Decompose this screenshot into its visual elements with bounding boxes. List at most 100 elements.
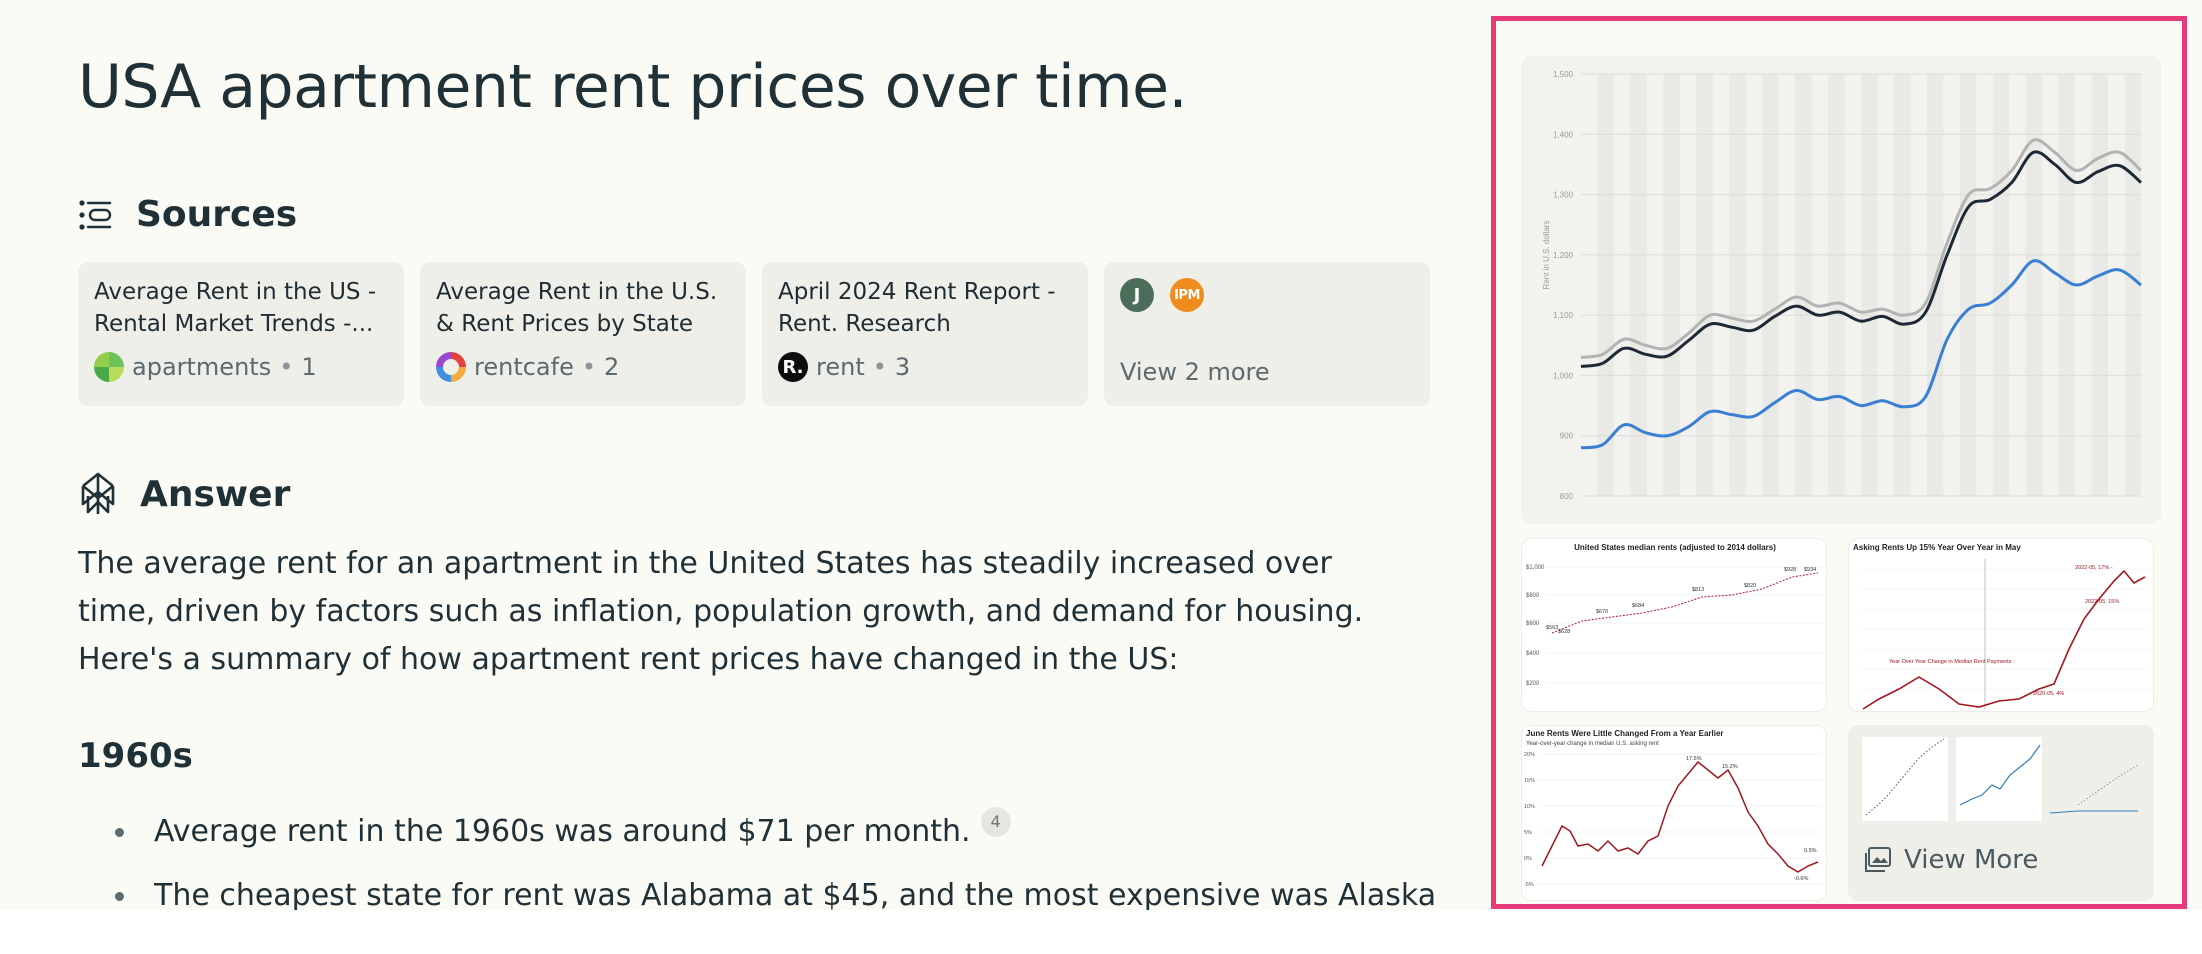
source-site: rent (816, 353, 865, 381)
image-gallery-icon (1865, 847, 1891, 872)
y-tick: 0% (1524, 856, 1532, 862)
y-tick-label: 1,100 (1553, 311, 1574, 320)
source-index: 3 (894, 353, 911, 381)
bullet-list: Average rent in the 1960s was around $71… (78, 800, 1458, 910)
sources-list-icon (79, 199, 112, 230)
y-tick: 10% (1524, 804, 1535, 810)
source-title: April 2024 Rent Report - Rent. Research (778, 279, 1056, 337)
y-tick: $600 (1526, 621, 1540, 627)
thumbnail-asking-rents[interactable]: Asking Rents Up 15% Year Over Year in Ma… (1848, 538, 2154, 712)
y-axis-label: Rent in U.S. dollars (1542, 221, 1551, 290)
median-rents-chart: United States median rents (adjusted to … (1526, 543, 1822, 687)
grid-band (2025, 74, 2043, 496)
meta-separator: • (872, 353, 887, 381)
rent-line-chart: 800 900 1,000 1,100 1,200 1,300 1,400 1,500 Rent… (1542, 70, 2143, 501)
annotation: 17.5% (1686, 756, 1702, 762)
data-label: $813 (1692, 587, 1704, 593)
source-site: rentcafe (474, 353, 574, 381)
view-more-images: View More (1864, 845, 2038, 875)
page-title: USA apartment rent prices over time. (78, 52, 1188, 122)
data-label: $563 (1546, 625, 1558, 631)
source-meta: R. rent • 3 (778, 352, 910, 382)
y-tick: 5% (1524, 830, 1532, 836)
grid-band (1828, 74, 1845, 496)
more-images-preview (1862, 737, 2139, 821)
data-label: $670 (1596, 609, 1608, 615)
source-avatar-icon: J (1120, 278, 1154, 312)
sources-heading: Sources (78, 194, 297, 235)
y-tick-label: 800 (1560, 492, 1574, 501)
answer-logo-icon (81, 472, 115, 514)
citation-badge[interactable]: 4 (980, 807, 1011, 837)
grid-band (1696, 74, 1713, 496)
y-tick: $800 (1526, 593, 1540, 599)
annotation: Year Over Year Change in Median Rent Pay… (1889, 659, 2012, 665)
source-index: 1 (301, 353, 317, 381)
apartments-favicon-icon (94, 352, 124, 382)
page: USA apartment rent prices over time. Sou… (0, 0, 2202, 910)
chart-subtitle: Year-over-year change in median U.S. ask… (1526, 741, 1659, 747)
thumbnail-june-rents[interactable]: June Rents Were Little Changed From a Ye… (1521, 725, 1827, 901)
source-avatar-icon: IPM (1170, 278, 1204, 312)
view-more-images-button[interactable]: View More (1848, 725, 2154, 901)
grid-band (1992, 74, 2010, 496)
answer-heading-label: Answer (140, 473, 291, 515)
media-panel: 800 900 1,000 1,100 1,200 1,300 1,400 1,500 Rent… (1491, 16, 2187, 909)
sources-heading-label: Sources (136, 194, 298, 235)
y-tick-label: 1,500 (1553, 70, 1574, 79)
data-label: $928 (1784, 567, 1796, 573)
grid-band (1597, 74, 1614, 496)
list-item: Average rent in the 1960s was around $71… (78, 800, 1458, 864)
source-index: 2 (604, 353, 620, 381)
view-more-sources-label: View 2 more (1120, 358, 1270, 386)
annotation: 2022-05, 15% (2085, 599, 2119, 605)
answer-heading: Answer (78, 472, 290, 516)
annotation: 2022-05, 17% - (2075, 565, 2113, 571)
sources-list: Average Rent in the US - Rental Market T… (78, 262, 1430, 406)
y-tick-label: 1,200 (1553, 251, 1574, 260)
bullet-text: The cheapest state for rent was Alabama … (154, 878, 1437, 910)
chart-title: June Rents Were Little Changed From a Ye… (1526, 729, 1724, 738)
data-label: $628 (1558, 629, 1570, 635)
data-label: $820 (1744, 583, 1756, 589)
y-tick: $1,000 (1526, 565, 1545, 571)
view-more-sources-button[interactable]: J IPM View 2 more (1104, 262, 1430, 406)
meta-separator: • (581, 353, 596, 381)
grid-band (1762, 74, 1779, 496)
source-site: apartments (132, 353, 272, 381)
thumbnail-median-rents[interactable]: United States median rents (adjusted to … (1521, 538, 1827, 712)
data-label: $684 (1632, 603, 1644, 609)
source-meta: apartments • 1 (94, 352, 317, 382)
source-meta: rentcafe • 2 (436, 352, 619, 382)
list-item: The cheapest state for rent was Alabama … (78, 864, 1458, 910)
source-card-apartments[interactable]: Average Rent in the US - Rental Market T… (78, 262, 404, 406)
y-tick-label: 1,300 (1553, 191, 1574, 200)
y-tick: $200 (1526, 681, 1540, 687)
asking-rents-chart: Asking Rents Up 15% Year Over Year in Ma… (1853, 543, 2149, 710)
chart-title: United States median rents (adjusted to … (1574, 543, 1776, 552)
y-tick: -5% (1524, 882, 1534, 888)
source-card-rentcafe[interactable]: Average Rent in the U.S. & Rent Prices b… (420, 262, 746, 406)
grid-band (1959, 74, 1977, 496)
section-title-1960s: 1960s (78, 736, 193, 776)
source-card-rent[interactable]: April 2024 Rent Report - Rent. Research … (762, 262, 1088, 406)
y-tick: 20% (1524, 752, 1535, 758)
y-tick-label: 1,000 (1553, 371, 1574, 380)
rent-favicon-icon: R. (778, 352, 808, 382)
answer-intro: The average rent for an apartment in the… (78, 546, 1364, 677)
chart-title: Asking Rents Up 15% Year Over Year in Ma… (1853, 543, 2021, 552)
more-sources-avatars: J IPM (1120, 278, 1204, 312)
grid-band (1893, 74, 1911, 496)
bullet-text: Average rent in the 1960s was around $71… (154, 814, 971, 849)
main-rent-chart[interactable]: 800 900 1,000 1,100 1,200 1,300 1,400 1,500 Rent… (1521, 56, 2161, 524)
grid-band (1795, 74, 1812, 496)
annotation: 2020-05, 4% (2033, 691, 2064, 697)
annotation: 15.2% (1722, 764, 1738, 770)
data-label: $934 (1804, 567, 1816, 573)
source-title: Average Rent in the US - Rental Market T… (94, 279, 377, 337)
grid-band (2091, 74, 2109, 496)
y-tick-label: 900 (1560, 432, 1574, 441)
june-rents-chart: June Rents Were Little Changed From a Ye… (1524, 729, 1822, 888)
meta-separator: • (279, 353, 294, 381)
grid-band (2124, 74, 2141, 496)
